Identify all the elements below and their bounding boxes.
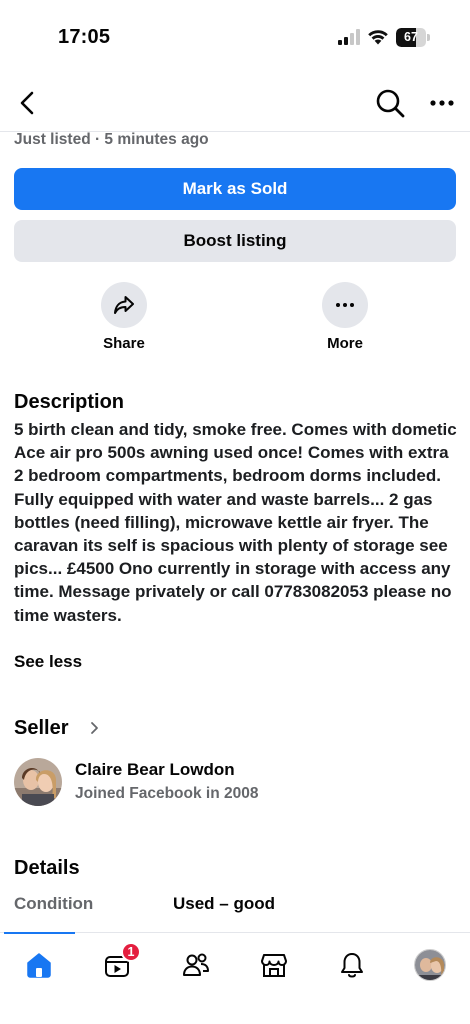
description-text: 5 birth clean and tidy, smoke free. Come… [14, 420, 457, 625]
seller-name[interactable]: Claire Bear Lowdon [75, 760, 235, 780]
top-nav-bar [0, 78, 470, 132]
share-label: Share [103, 335, 145, 352]
wifi-icon [368, 30, 388, 45]
bottom-tab-bar: 1 [0, 932, 470, 1024]
chevron-left-icon[interactable] [14, 88, 42, 118]
chevron-right-icon[interactable] [89, 721, 99, 735]
tab-marketplace[interactable] [252, 945, 296, 985]
listed-time: Just listed · 5 minutes ago [14, 131, 209, 148]
see-less-link[interactable]: See less [14, 652, 82, 672]
tab-notifications[interactable] [330, 945, 374, 985]
more-options-button[interactable]: More [305, 282, 385, 352]
mark-as-sold-button[interactable]: Mark as Sold [14, 168, 456, 210]
marketplace-icon [261, 954, 287, 977]
friends-icon [183, 953, 209, 976]
notifications-icon [341, 953, 363, 978]
tab-home[interactable] [17, 945, 61, 985]
battery-level: 67 [404, 30, 418, 44]
more-horizontal-icon [336, 303, 354, 307]
active-tab-indicator [4, 932, 75, 934]
seller-heading[interactable]: Seller [14, 717, 68, 740]
tab-friends[interactable] [174, 945, 218, 985]
status-bar: 17:05 67 [0, 0, 470, 76]
home-icon [27, 953, 51, 978]
more-label: More [327, 335, 363, 352]
battery-indicator: 67 [396, 28, 430, 47]
share-button[interactable]: Share [84, 282, 164, 352]
more-horizontal-icon[interactable] [428, 90, 456, 116]
notification-badge: 1 [121, 942, 141, 962]
condition-label: Condition [14, 894, 94, 913]
profile-avatar [414, 949, 446, 981]
boost-listing-button[interactable]: Boost listing [14, 220, 456, 262]
cellular-signal-icon [338, 29, 360, 45]
tab-profile[interactable] [408, 945, 452, 985]
seller-joined: Joined Facebook in 2008 [75, 785, 259, 802]
tab-video[interactable]: 1 [95, 942, 141, 985]
seller-avatar[interactable] [14, 758, 62, 806]
details-heading: Details [14, 857, 80, 879]
status-time: 17:05 [58, 26, 111, 48]
share-icon [114, 296, 134, 314]
search-icon[interactable] [374, 87, 406, 119]
condition-value: Used – good [173, 894, 276, 913]
description-heading: Description [14, 391, 125, 413]
